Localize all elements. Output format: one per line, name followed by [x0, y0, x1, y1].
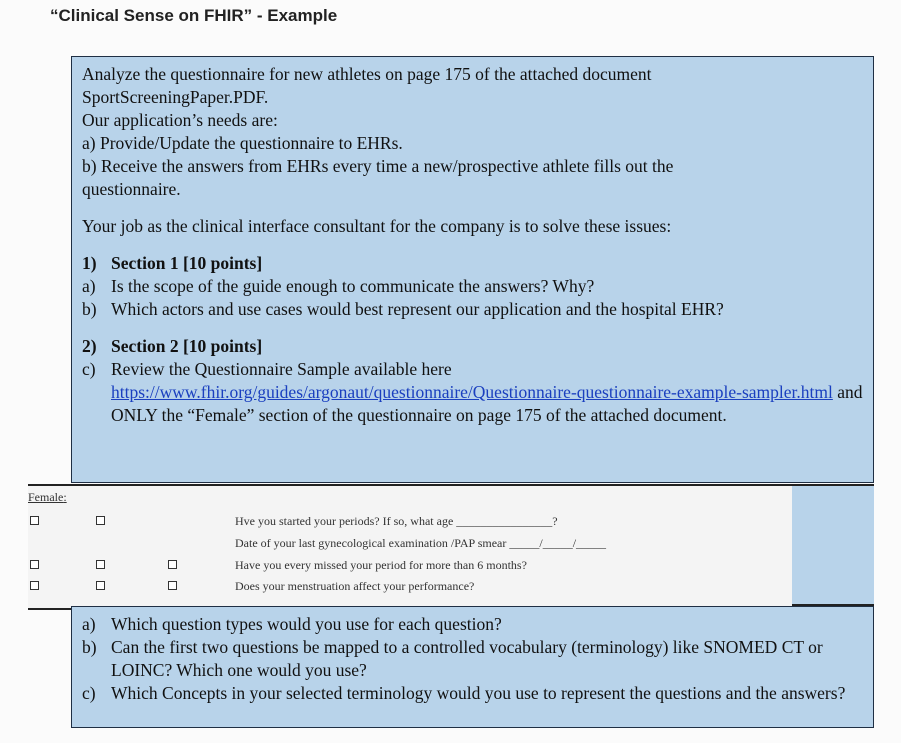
question-text: Hve you started your periods? If so, wha… — [235, 514, 558, 528]
checkbox[interactable] — [30, 560, 39, 569]
item-text: Which question types would you use for e… — [111, 614, 502, 634]
assignment-box: Analyze the questionnaire for new athlet… — [71, 56, 874, 483]
item-text: Which Concepts in your selected terminol… — [111, 683, 846, 703]
question-text: Does your menstruation affect your perfo… — [235, 579, 475, 593]
section-title: Section 1 [10 points] — [111, 253, 263, 273]
job-statement: Your job as the clinical interface consu… — [82, 216, 672, 236]
item-text: Is the scope of the guide enough to comm… — [111, 276, 595, 296]
item-marker: a) — [82, 614, 96, 634]
checkbox[interactable] — [30, 581, 39, 590]
question-text: Date of your last gynecological examinat… — [235, 536, 607, 550]
section-number: 1) — [82, 253, 97, 273]
list-item: a) Is the scope of the guide enough to c… — [82, 275, 863, 298]
question-text: Have you every missed your period for mo… — [235, 558, 527, 572]
item-marker: b) — [82, 637, 97, 657]
section2-heading: 2) Section 2 [10 points] — [82, 335, 863, 358]
blue-strip — [792, 484, 874, 606]
list-item: c) Which Concepts in your selected termi… — [82, 682, 863, 705]
section-number: 2) — [82, 336, 97, 356]
list-item: b) Which actors and use cases would best… — [82, 298, 863, 321]
intro-line: Analyze the questionnaire for new athlet… — [82, 64, 652, 84]
section1-heading: 1) Section 1 [10 points] — [82, 252, 863, 275]
checkbox[interactable] — [96, 581, 105, 590]
item-marker: a) — [82, 276, 96, 296]
female-label-text: Female — [28, 490, 64, 504]
item-marker: c) — [82, 683, 96, 703]
checkbox[interactable] — [30, 516, 39, 525]
intro-line: Our application’s needs are: — [82, 110, 278, 130]
checkbox[interactable] — [168, 560, 177, 569]
item-marker: c) — [82, 359, 96, 379]
questions-box: a) Which question types would you use fo… — [71, 606, 874, 728]
checkbox[interactable] — [96, 516, 105, 525]
item-marker: b) — [82, 299, 97, 319]
questionnaire-sample-link[interactable]: https://www.fhir.org/guides/argonaut/que… — [111, 382, 833, 402]
intro-line: a) Provide/Update the questionnaire to E… — [82, 133, 403, 153]
intro-line: SportScreeningPaper.PDF. — [82, 87, 269, 107]
checkbox[interactable] — [168, 581, 177, 590]
intro-line: b) Receive the answers from EHRs every t… — [82, 156, 674, 176]
female-label-colon: : — [63, 490, 67, 504]
page-title: “Clinical Sense on FHIR” - Example — [50, 6, 338, 25]
section-title: Section 2 [10 points] — [111, 336, 263, 356]
list-item: b) Can the first two questions be mapped… — [82, 636, 863, 682]
item-text: Can the first two questions be mapped to… — [111, 637, 823, 680]
intro-line: questionnaire. — [82, 179, 181, 199]
item-text: Which actors and use cases would best re… — [111, 299, 724, 319]
female-questionnaire-excerpt: Female: Hve you started your periods? If… — [28, 484, 874, 610]
checkbox[interactable] — [96, 560, 105, 569]
item-text: Review the Questionnaire Sample availabl… — [111, 358, 863, 427]
list-item: a) Which question types would you use fo… — [82, 613, 863, 636]
review-line: Review the Questionnaire Sample availabl… — [111, 359, 452, 379]
female-label: Female: — [28, 490, 67, 505]
list-item: c) Review the Questionnaire Sample avail… — [82, 358, 863, 427]
